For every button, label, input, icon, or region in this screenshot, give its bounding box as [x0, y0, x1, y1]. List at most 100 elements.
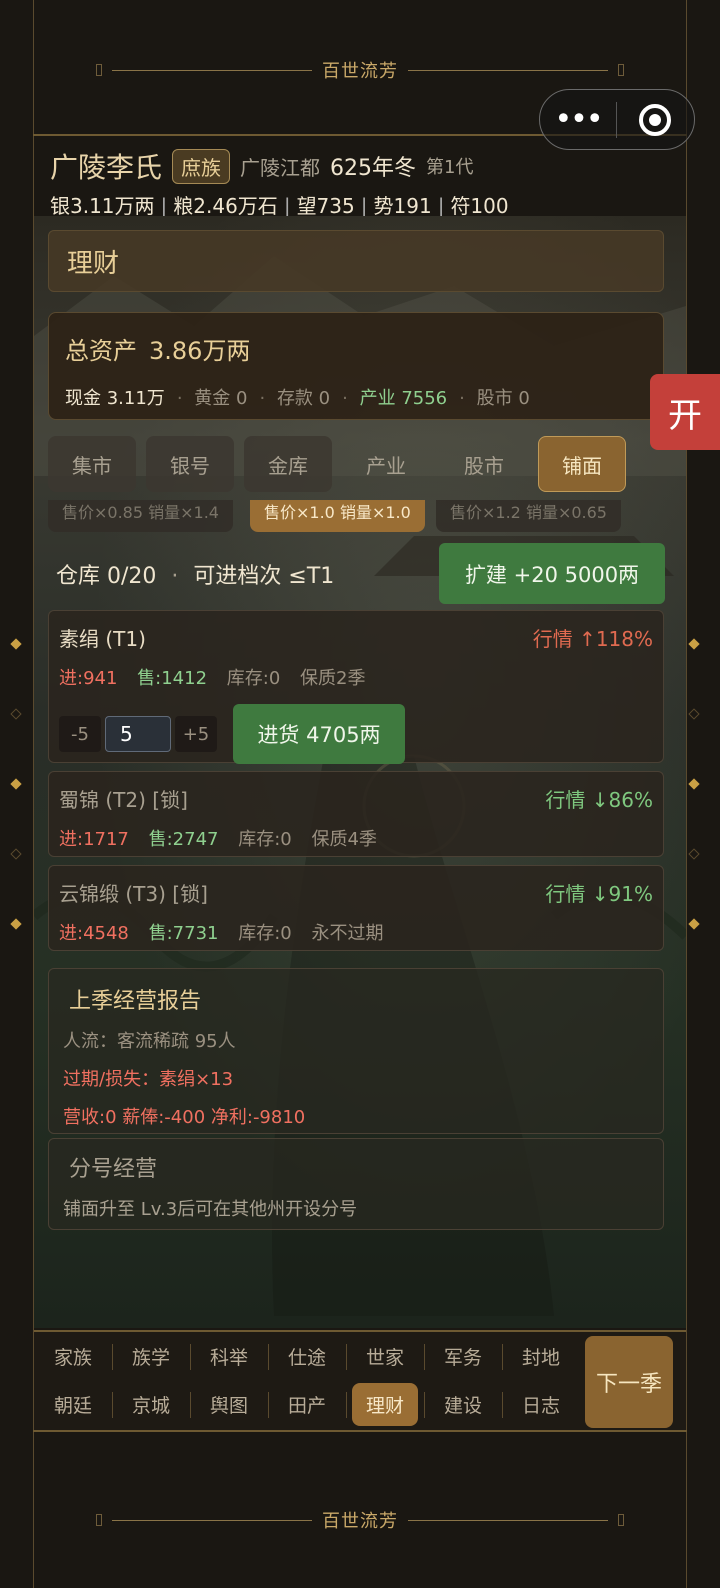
bottom-banner: 百世流芳 [0, 1500, 720, 1540]
warehouse-capacity: 仓库 0/20 [56, 564, 157, 589]
tab-shop[interactable]: 铺面 [538, 436, 626, 492]
nav-construction[interactable]: 建设 [424, 1382, 502, 1426]
capsule-divider [616, 101, 617, 138]
expand-warehouse-button[interactable]: 扩建 +20 5000两 [439, 543, 665, 604]
cash-value: 现金 3.11万 [65, 388, 165, 409]
nav-farmland[interactable]: 田产 [268, 1382, 346, 1426]
nav-exam[interactable]: 科举 [190, 1334, 268, 1378]
banner-line [408, 1519, 608, 1521]
quantity-input[interactable]: 5 [105, 716, 171, 752]
goods-item-t2: 蜀锦 (T2) [锁] 行情 ↓86% 进:1717 售:2747 库存:0 保… [48, 771, 664, 857]
shelf-life: 保质2季 [300, 668, 366, 689]
nav-noble-houses[interactable]: 世家 [346, 1334, 424, 1378]
nav-capital[interactable]: 京城 [112, 1382, 190, 1426]
target-icon[interactable] [639, 103, 671, 136]
clan-name: 广陵李氏 [50, 151, 163, 184]
banner-line [112, 1519, 312, 1521]
grain-stat: 粮2.46万石 [173, 194, 278, 218]
buy-price: 进:941 [59, 668, 118, 689]
warehouse-info: 仓库 0/20 · 可进档次 ≤T1 [56, 564, 335, 589]
location: 广陵江都 [240, 155, 321, 180]
mini-program-capsule: ••• [539, 89, 695, 150]
nav-family[interactable]: 家族 [34, 1334, 112, 1378]
sell-price: 售:2747 [148, 829, 219, 850]
nav-career[interactable]: 仕途 [268, 1334, 346, 1378]
price-mode-high[interactable]: 售价×1.2 销量×0.65 [436, 500, 621, 532]
open-button[interactable]: 开 [650, 374, 720, 450]
report-summary: 营收:0 薪俸:-400 净利:-9810 [63, 1107, 306, 1128]
tab-market[interactable]: 集市 [48, 436, 136, 492]
banner-end-icon [618, 64, 624, 76]
goods-item-t3: 云锦缎 (T3) [锁] 行情 ↓91% 进:4548 售:7731 库存:0 … [48, 865, 664, 951]
total-assets-label: 总资产 [65, 337, 137, 365]
nav-clan-school[interactable]: 族学 [112, 1334, 190, 1378]
banner-line [112, 69, 312, 71]
stock-value: 股市 0 [476, 388, 530, 409]
total-assets-value: 3.86万两 [149, 337, 251, 365]
buy-price: 进:1717 [59, 829, 129, 850]
tab-vault[interactable]: 金库 [244, 436, 332, 492]
rank-badge: 庶族 [172, 148, 231, 184]
decrease-qty-button[interactable]: -5 [59, 716, 101, 752]
sell-price: 售:1412 [137, 668, 208, 689]
banner-line [408, 69, 608, 71]
next-season-button[interactable]: 下一季 [585, 1336, 673, 1428]
buy-price: 进:4548 [59, 923, 129, 944]
shelf-life: 保质4季 [311, 829, 377, 850]
gold-value: 黄金 0 [194, 388, 248, 409]
nav-log[interactable]: 日志 [502, 1382, 580, 1426]
total-assets-card: 总资产 3.86万两 现金 3.11万 · 黄金 0 · 存款 0 · 产业 7556 ·… [48, 312, 664, 420]
stock-count: 库存:0 [238, 829, 292, 850]
year: 625年冬 [330, 156, 417, 181]
market-trend: 行情 ↓91% [545, 882, 653, 906]
banner-end-icon [618, 1514, 624, 1526]
banner-end-icon [96, 64, 102, 76]
nav-military[interactable]: 军务 [424, 1334, 502, 1378]
price-mode-normal[interactable]: 售价×1.0 销量×1.0 [250, 500, 425, 532]
left-ornament [10, 638, 22, 930]
branch-title: 分号经营 [69, 1157, 158, 1182]
power-stat: 势191 [373, 194, 432, 218]
price-mode-selector: 售价×0.85 销量×1.4 售价×1.0 销量×1.0 售价×1.2 销量×0… [48, 500, 664, 534]
divider [33, 1430, 687, 1432]
goods-name: 云锦缎 (T3) [锁] [59, 882, 208, 906]
season-report: 上季经营报告 人流：客流稀疏 95人 过期/损失：素绢×13 营收:0 薪俸:-… [48, 968, 664, 1134]
nav-fief[interactable]: 封地 [502, 1334, 580, 1378]
nav-finance-label: 理财 [351, 1382, 418, 1426]
nav-court[interactable]: 朝廷 [34, 1382, 112, 1426]
banner-end-icon [96, 1514, 102, 1526]
right-ornament [688, 638, 700, 930]
purchase-button[interactable]: 进货 4705两 [233, 704, 405, 764]
stock-count: 库存:0 [238, 923, 292, 944]
report-title: 上季经营报告 [69, 989, 202, 1014]
resource-stats: 银3.11万两 | 粮2.46万石 | 望735 | 势191 | 符100 [50, 194, 509, 218]
sell-price: 售:7731 [148, 923, 219, 944]
silver-stat: 银3.11万两 [50, 194, 155, 218]
finance-tabs: 集市 银号 金库 产业 股市 铺面 [48, 436, 626, 492]
industry-value: 产业 7556 [359, 388, 448, 409]
banner-title: 百世流芳 [322, 61, 398, 82]
price-mode-low[interactable]: 售价×0.85 销量×1.4 [48, 500, 233, 532]
goods-name: 蜀锦 (T2) [锁] [59, 788, 188, 812]
tab-stocks[interactable]: 股市 [440, 436, 528, 492]
clan-header: 广陵李氏 庶族 广陵江都 625年冬 第1代 银3.11万两 | 粮2.46万石 | 望… [50, 146, 670, 219]
tab-bank[interactable]: 银号 [146, 436, 234, 492]
bottom-nav: 家族 族学 科举 仕途 世家 军务 封地 朝廷 京城 舆图 田产 理财 建设 日… [34, 1330, 686, 1430]
increase-qty-button[interactable]: +5 [175, 716, 217, 752]
nav-finance[interactable]: 理财 [346, 1382, 424, 1426]
talisman-stat: 符100 [450, 194, 509, 218]
branch-desc: 铺面升至 Lv.3后可在其他州开设分号 [63, 1199, 358, 1220]
goods-name: 素绢 (T1) [59, 627, 146, 651]
deposit-value: 存款 0 [276, 388, 331, 409]
nav-map[interactable]: 舆图 [190, 1382, 268, 1426]
more-dots-icon[interactable]: ••• [540, 104, 616, 134]
shelf-life: 永不过期 [311, 923, 384, 944]
stock-count: 库存:0 [226, 668, 281, 689]
goods-item-t1: 素绢 (T1) 行情 ↑118% 进:941 售:1412 库存:0 保质2季 … [48, 610, 664, 764]
top-banner: 百世流芳 [0, 50, 720, 90]
tab-industry[interactable]: 产业 [342, 436, 430, 492]
prestige-stat: 望735 [296, 194, 355, 218]
branch-section: 分号经营 铺面升至 Lv.3后可在其他州开设分号 [48, 1138, 664, 1230]
report-traffic: 人流：客流稀疏 95人 [63, 1031, 236, 1052]
warehouse-tier: 可进档次 ≤T1 [193, 564, 335, 589]
